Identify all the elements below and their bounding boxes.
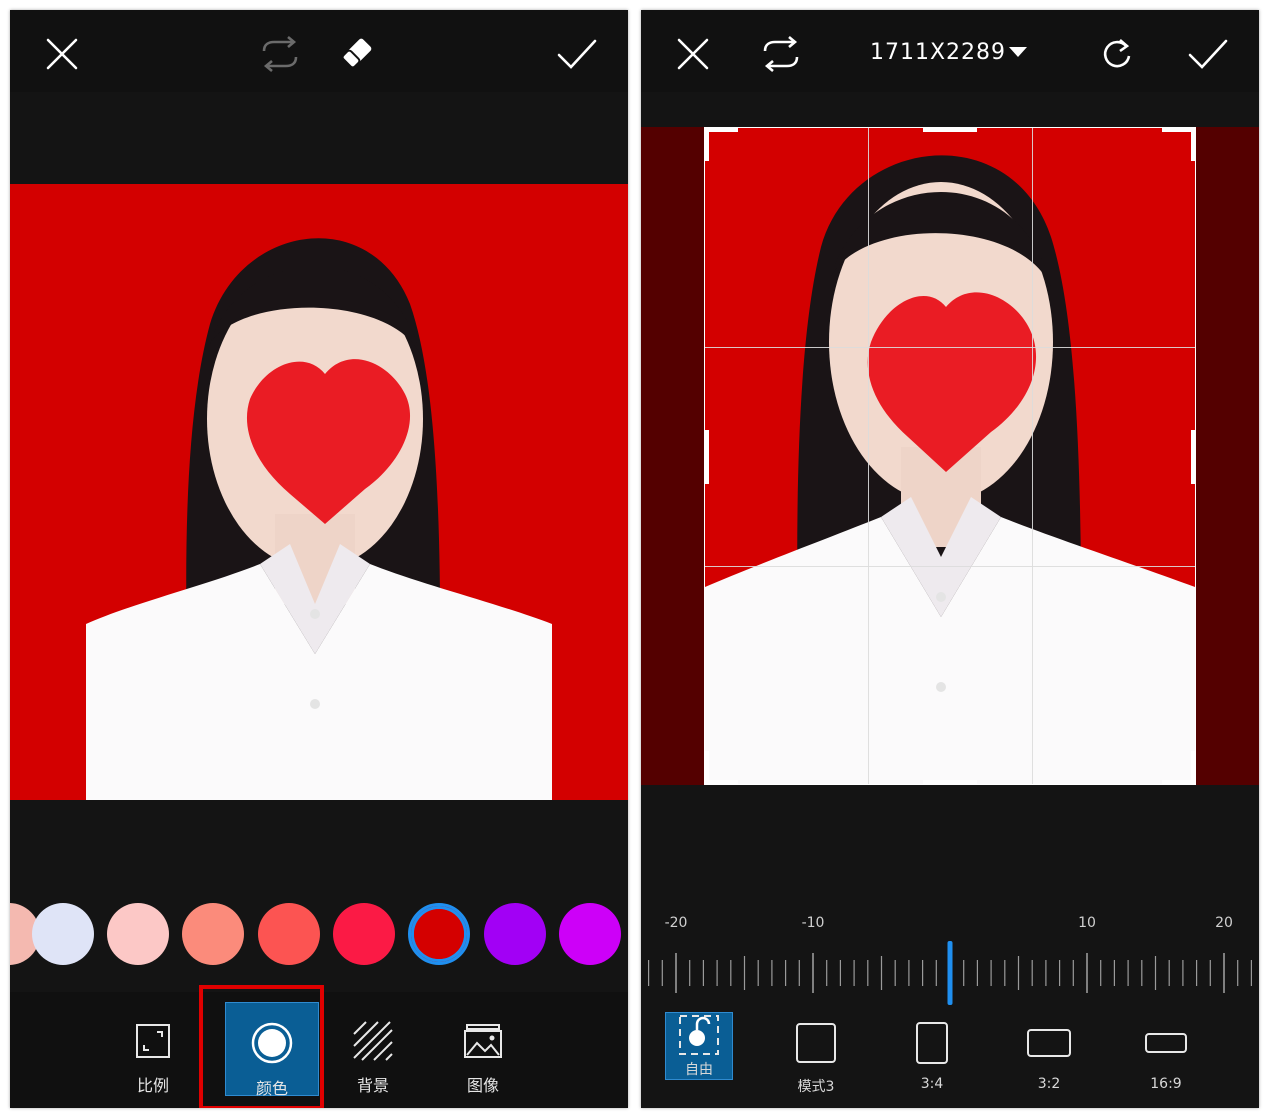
right-top-toolbar: 1711X2289: [641, 10, 1259, 92]
crop-edge-handle[interactable]: [704, 430, 709, 484]
color-swatch[interactable]: [333, 903, 395, 965]
ratio-label: 自由: [685, 1062, 713, 1078]
tool-label: 图像: [466, 1076, 499, 1095]
portrait-photo-preview: [10, 184, 628, 800]
crop-grid-line: [705, 347, 1195, 348]
redo-icon[interactable]: [1095, 32, 1139, 76]
crop-corner-handle[interactable]: [1191, 127, 1196, 161]
ratio-3-4[interactable]: 3:4: [898, 1012, 966, 1104]
swap-icon[interactable]: [258, 32, 302, 76]
eraser-icon[interactable]: [334, 30, 380, 76]
crop-outside-dim-right: [1196, 127, 1259, 785]
color-swatch[interactable]: [32, 903, 94, 965]
crop-corner-handle[interactable]: [1191, 751, 1196, 785]
tool-label: 比例: [136, 1076, 169, 1095]
rotation-ruler[interactable]: -20 -10 10 20: [641, 915, 1259, 1005]
ratio-free[interactable]: 自由: [665, 1012, 733, 1080]
swap-icon[interactable]: [759, 32, 803, 76]
square-shape-icon: [796, 1012, 836, 1074]
color-swatch[interactable]: [559, 903, 621, 965]
crop-corner-handle[interactable]: [704, 127, 738, 132]
portrait-rect-icon: [916, 1012, 948, 1074]
diagonal-lines-icon: [351, 1020, 395, 1062]
expand-frame-icon: [131, 1020, 175, 1062]
tool-ratio[interactable]: 比例: [106, 1002, 200, 1096]
crop-corner-handle[interactable]: [704, 751, 709, 785]
free-crop-icon: [677, 1013, 721, 1057]
color-editor-panel: 比例 颜色 背景 图像: [10, 10, 628, 1108]
crop-corner-handle[interactable]: [704, 127, 709, 161]
image-icon: [461, 1020, 505, 1062]
ruler-label: 10: [1078, 915, 1096, 931]
color-swatch-row: [10, 903, 628, 969]
aspect-ratio-bar: 自由 模式3 3:4 3:2 16:9: [641, 1008, 1259, 1108]
ruler-label: -20: [664, 915, 688, 931]
output-size-label[interactable]: 1711X2289: [870, 40, 1006, 65]
color-swatch-selected[interactable]: [408, 903, 470, 965]
crop-editor-panel: 1711X2289 -20 -10 10 20 自由 模式3 3:4 3:2 1…: [641, 10, 1259, 1108]
tool-label: 背景: [356, 1076, 389, 1095]
ratio-16-9[interactable]: 16:9: [1132, 1012, 1200, 1104]
crop-edge-handle[interactable]: [1191, 430, 1196, 484]
crop-frame[interactable]: [704, 127, 1196, 785]
wide-rect-icon: [1145, 1012, 1187, 1074]
crop-grid-line: [1032, 128, 1033, 784]
ratio-3-2[interactable]: 3:2: [1015, 1012, 1083, 1104]
ratio-label: 16:9: [1150, 1076, 1182, 1092]
crop-grid-line: [868, 128, 869, 784]
close-icon[interactable]: [671, 32, 715, 76]
crop-grid-line: [705, 566, 1195, 567]
color-swatch[interactable]: [182, 903, 244, 965]
close-icon[interactable]: [40, 32, 84, 76]
color-swatch[interactable]: [258, 903, 320, 965]
ruler-indicator[interactable]: [947, 941, 953, 1005]
ratio-label: 模式3: [797, 1079, 835, 1095]
ratio-mode3[interactable]: 模式3: [782, 1012, 850, 1104]
color-swatch[interactable]: [484, 903, 546, 965]
ruler-label: 20: [1215, 915, 1233, 931]
landscape-rect-icon: [1027, 1012, 1071, 1074]
left-top-toolbar: [10, 10, 628, 92]
tool-image[interactable]: 图像: [436, 1002, 530, 1096]
confirm-check-icon[interactable]: [554, 32, 600, 76]
ruler-ticks: [647, 941, 1253, 1005]
crop-edge-handle[interactable]: [923, 780, 977, 785]
ratio-label: 3:4: [920, 1076, 944, 1092]
tool-background[interactable]: 背景: [326, 1002, 420, 1096]
ratio-label: 3:2: [1037, 1076, 1061, 1092]
screenshot-frame: 比例 颜色 背景 图像 1711X2289 -20 -10 10 20 自由 模…: [0, 0, 1269, 1118]
crop-outside-dim-left: [641, 127, 704, 785]
dropdown-caret-icon[interactable]: [1009, 47, 1027, 57]
crop-edge-handle[interactable]: [923, 127, 977, 132]
ruler-label: -10: [801, 915, 825, 931]
confirm-check-icon[interactable]: [1185, 32, 1231, 76]
color-swatch[interactable]: [107, 903, 169, 965]
crop-corner-handle[interactable]: [704, 780, 738, 785]
color-tool-highlight-box: [199, 985, 324, 1108]
